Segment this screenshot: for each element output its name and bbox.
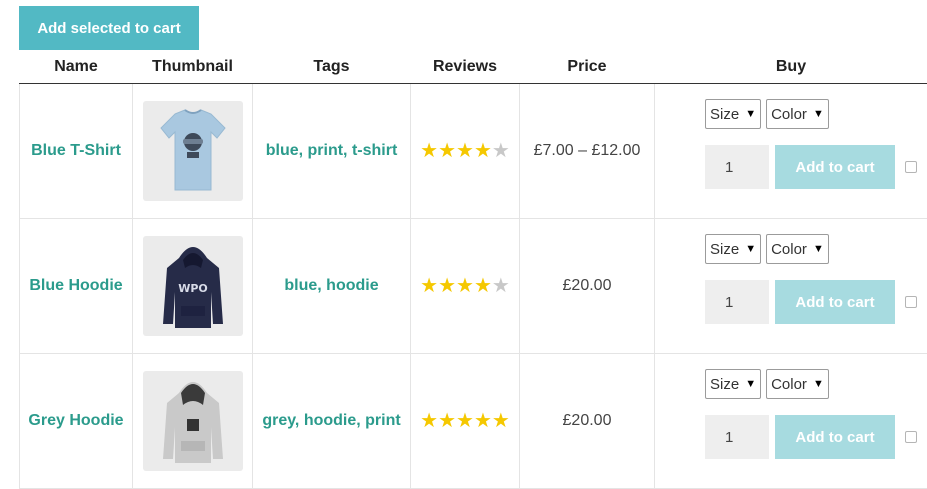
column-header-buy: Buy (655, 50, 927, 84)
dropdown-arrow-icon: ▼ (813, 378, 824, 390)
tag-link[interactable]: blue (266, 142, 299, 159)
name-cell: Grey Hoodie (20, 354, 133, 489)
dropdown-arrow-icon: ▼ (745, 108, 756, 120)
name-cell: Blue Hoodie (20, 219, 133, 354)
star-filled-icon: ★ (438, 275, 456, 295)
color-select[interactable]: Color▼ (766, 369, 829, 399)
buy-cell: Size▼ Color▼ Add to cart (655, 219, 927, 354)
table-header-row: Name Thumbnail Tags Reviews Price Buy (20, 50, 927, 84)
table-row: Blue Hoodie WPO blue, hoodie ★★★★★ (20, 219, 927, 354)
star-filled-icon: ★ (420, 410, 438, 430)
star-empty-icon: ★ (492, 275, 510, 295)
svg-text:WPO: WPO (178, 282, 208, 295)
add-selected-to-cart-button[interactable]: Add selected to cart (19, 6, 199, 50)
star-rating: ★★★★★ (420, 275, 510, 295)
select-row-checkbox[interactable] (905, 296, 917, 308)
size-select[interactable]: Size▼ (705, 99, 761, 129)
add-to-cart-button[interactable]: Add to cart (775, 280, 895, 324)
star-filled-icon: ★ (474, 410, 492, 430)
size-select[interactable]: Size▼ (705, 369, 761, 399)
star-filled-icon: ★ (420, 275, 438, 295)
select-row-checkbox[interactable] (905, 431, 917, 443)
star-rating: ★★★★★ (420, 410, 510, 430)
tags-cell: grey, hoodie, print (253, 354, 411, 489)
column-header-price[interactable]: Price (520, 50, 655, 84)
blue-tshirt-image[interactable] (143, 101, 243, 201)
reviews-cell: ★★★★★ (411, 219, 520, 354)
select-row-checkbox[interactable] (905, 161, 917, 173)
tag-link[interactable]: t-shirt (352, 142, 397, 159)
name-cell: Blue T-Shirt (20, 84, 133, 219)
table-row: Blue T-Shirt blue, print, t-shirt ★★★ (20, 84, 927, 219)
column-header-tags: Tags (253, 50, 411, 84)
star-filled-icon: ★ (474, 275, 492, 295)
tags-cell: blue, hoodie (253, 219, 411, 354)
quantity-input[interactable] (705, 280, 769, 324)
toolbar: Add selected to cart (19, 6, 199, 50)
tag-link[interactable]: blue (284, 277, 317, 294)
star-rating: ★★★★★ (420, 140, 510, 160)
star-filled-icon: ★ (438, 410, 456, 430)
dropdown-arrow-icon: ▼ (745, 243, 756, 255)
blue-hoodie-image[interactable]: WPO (143, 236, 243, 336)
color-select[interactable]: Color▼ (766, 99, 829, 129)
star-filled-icon: ★ (474, 140, 492, 160)
color-select[interactable]: Color▼ (766, 234, 829, 264)
tags-cell: blue, print, t-shirt (253, 84, 411, 219)
price-cell: £20.00 (520, 354, 655, 489)
product-name-link[interactable]: Blue Hoodie (29, 277, 122, 294)
add-to-cart-button[interactable]: Add to cart (775, 415, 895, 459)
tag-link[interactable]: print (308, 142, 344, 159)
reviews-cell: ★★★★★ (411, 354, 520, 489)
tag-link[interactable]: hoodie (326, 277, 378, 294)
star-filled-icon: ★ (456, 410, 474, 430)
tag-link[interactable]: print (365, 412, 401, 429)
column-header-name[interactable]: Name (20, 50, 133, 84)
table-row: Grey Hoodie grey, hoodie, print ★★★★★ (20, 354, 927, 489)
buy-cell: Size▼ Color▼ Add to cart (655, 84, 927, 219)
star-filled-icon: ★ (456, 275, 474, 295)
price-cell: £20.00 (520, 219, 655, 354)
dropdown-arrow-icon: ▼ (813, 243, 824, 255)
quantity-input[interactable] (705, 145, 769, 189)
size-select[interactable]: Size▼ (705, 234, 761, 264)
thumbnail-cell (133, 354, 253, 489)
price: £7.00 – £12.00 (534, 142, 641, 159)
grey-hoodie-image[interactable] (143, 371, 243, 471)
column-header-reviews[interactable]: Reviews (411, 50, 520, 84)
price: £20.00 (563, 277, 612, 294)
star-empty-icon: ★ (492, 140, 510, 160)
star-filled-icon: ★ (438, 140, 456, 160)
column-header-thumbnail: Thumbnail (133, 50, 253, 84)
quantity-input[interactable] (705, 415, 769, 459)
star-filled-icon: ★ (456, 140, 474, 160)
dropdown-arrow-icon: ▼ (745, 378, 756, 390)
star-filled-icon: ★ (492, 410, 510, 430)
buy-cell: Size▼ Color▼ Add to cart (655, 354, 927, 489)
tag-link[interactable]: hoodie (304, 412, 356, 429)
thumbnail-cell: WPO (133, 219, 253, 354)
reviews-cell: ★★★★★ (411, 84, 520, 219)
dropdown-arrow-icon: ▼ (813, 108, 824, 120)
price: £20.00 (563, 412, 612, 429)
star-filled-icon: ★ (420, 140, 438, 160)
product-name-link[interactable]: Blue T-Shirt (31, 142, 121, 159)
thumbnail-cell (133, 84, 253, 219)
tag-link[interactable]: grey (262, 412, 295, 429)
add-to-cart-button[interactable]: Add to cart (775, 145, 895, 189)
price-cell: £7.00 – £12.00 (520, 84, 655, 219)
products-table: Name Thumbnail Tags Reviews Price Buy Bl… (19, 50, 927, 489)
product-name-link[interactable]: Grey Hoodie (28, 412, 123, 429)
